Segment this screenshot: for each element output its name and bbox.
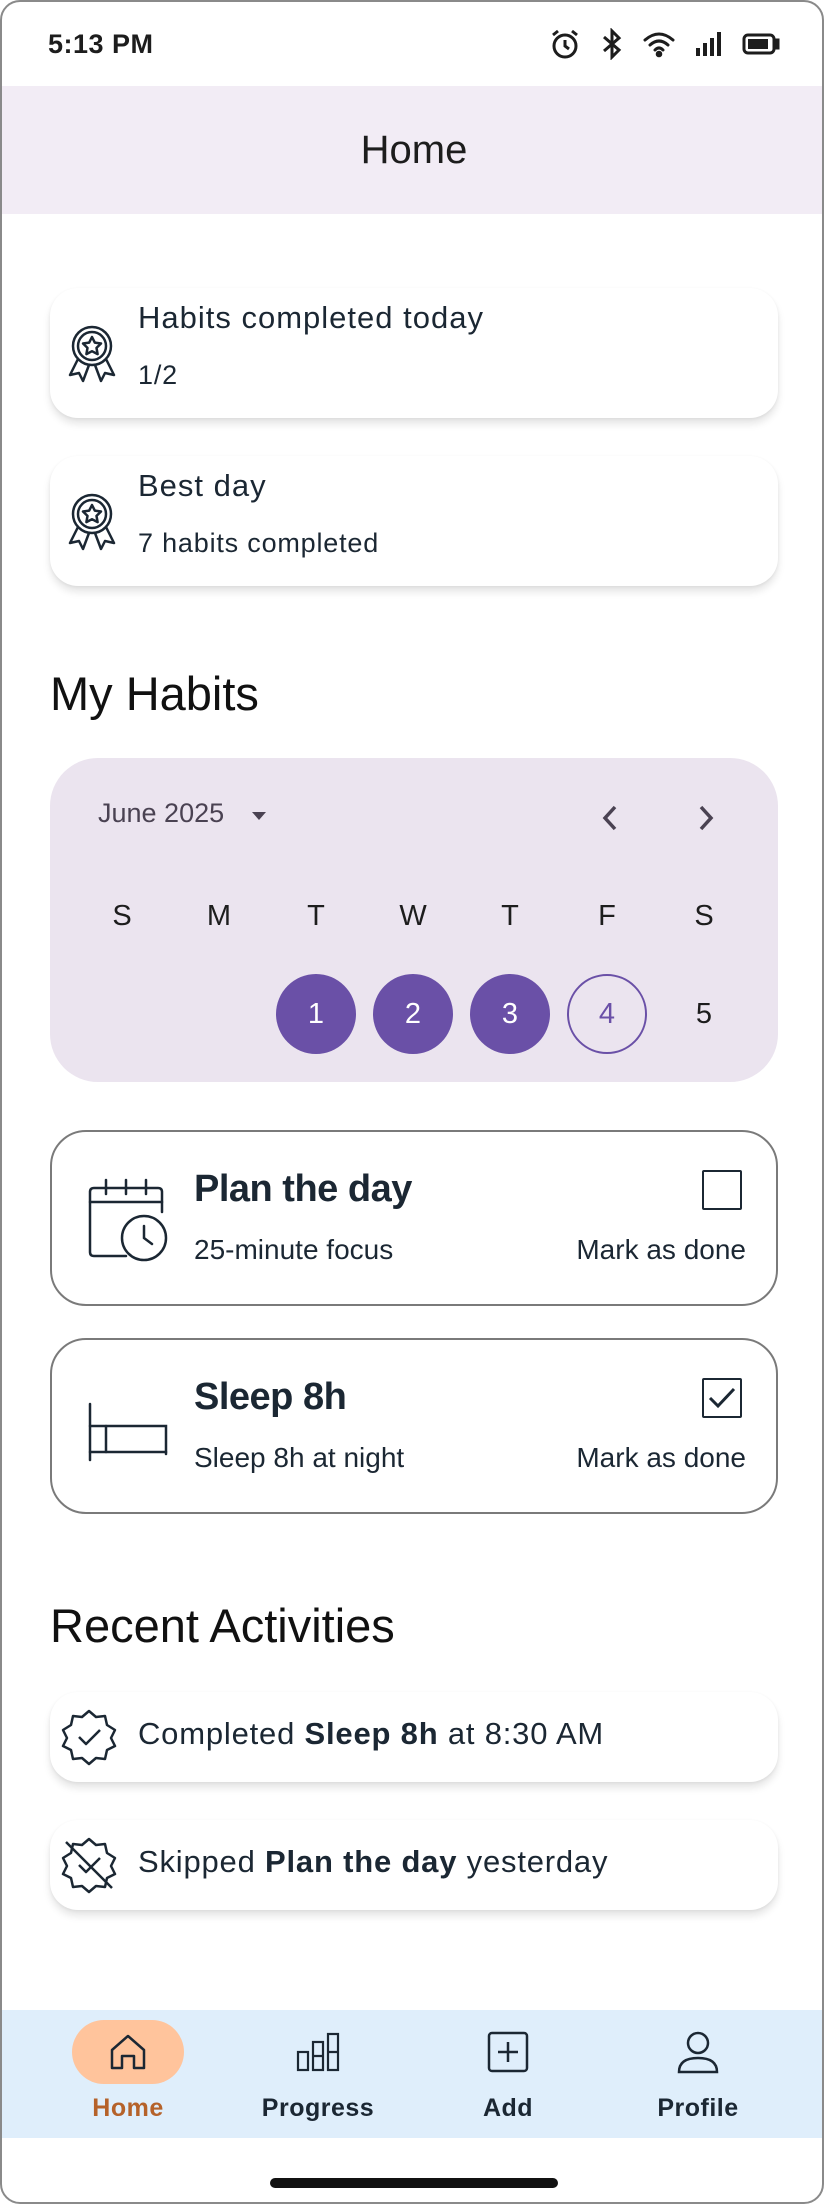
- habit-description: 25-minute focus: [194, 1234, 394, 1265]
- activity-text: Completed Sleep 8h at 8:30 AM: [138, 1716, 605, 1751]
- status-icons: [548, 27, 780, 61]
- nav-profile[interactable]: Profile: [603, 2010, 793, 2138]
- alarm-icon: [548, 27, 582, 61]
- status-bar: 5:13 PM: [2, 2, 822, 86]
- phone-frame: 5:13 PM Home Habits completed today 1/2 …: [0, 0, 824, 2204]
- activity-habit-name: Sleep 8h: [304, 1716, 439, 1751]
- award-ribbon-icon: [60, 320, 124, 384]
- badge-crossed-icon: [60, 1836, 118, 1894]
- bluetooth-icon: [600, 28, 624, 60]
- next-month-button[interactable]: [686, 798, 726, 838]
- wifi-icon: [642, 30, 676, 58]
- mark-as-done-label[interactable]: Mark as done: [576, 1442, 746, 1474]
- bottom-navigation: Home Progress Add Profile: [2, 2010, 822, 2138]
- home-indicator-bar[interactable]: [270, 2178, 558, 2188]
- calendar-day[interactable]: 1: [276, 974, 356, 1054]
- award-ribbon-icon: [60, 488, 124, 552]
- signal-icon: [694, 30, 724, 58]
- habit-card-sleep-8h[interactable]: Sleep 8h Sleep 8h at night Mark as done: [50, 1338, 778, 1514]
- nav-label: Home: [92, 2094, 164, 2122]
- page-title: Home: [360, 127, 468, 172]
- mark-done-checkbox[interactable]: [702, 1170, 742, 1210]
- battery-icon: [742, 32, 780, 56]
- calendar: June 2025 S M T W T F S 1 2 3 4 5: [50, 758, 778, 1082]
- habit-name: Sleep 8h: [194, 1376, 347, 1418]
- month-label: June 2025: [98, 798, 225, 828]
- activity-item: Completed Sleep 8h at 8:30 AM: [50, 1692, 778, 1782]
- chevron-right-icon: [699, 805, 714, 831]
- stat-title: Best day: [138, 468, 267, 503]
- stat-card-best-day: Best day 7 habits completed: [50, 456, 778, 586]
- calendar-clock-icon: [86, 1176, 170, 1264]
- chevron-left-icon: [602, 805, 617, 831]
- previous-month-button[interactable]: [590, 798, 630, 838]
- activity-item: Skipped Plan the day yesterday: [50, 1820, 778, 1910]
- mark-done-checkbox[interactable]: [702, 1378, 742, 1418]
- calendar-day[interactable]: 3: [470, 974, 550, 1054]
- recent-activities-heading: Recent Activities: [50, 1599, 395, 1652]
- weekday-label: S: [694, 900, 714, 932]
- nav-label: Add: [482, 2094, 534, 2122]
- calendar-day-today[interactable]: 4: [567, 974, 647, 1054]
- home-icon: [110, 2034, 146, 2070]
- month-selector[interactable]: June 2025: [98, 798, 268, 829]
- nav-icon-container: [642, 2020, 754, 2084]
- dropdown-arrow-icon: [250, 798, 268, 829]
- stat-title: Habits completed today: [138, 300, 484, 335]
- weekday-label: W: [399, 900, 427, 932]
- habit-description: Sleep 8h at night: [194, 1442, 405, 1473]
- weekday-label: T: [501, 900, 519, 932]
- bar-chart-icon: [296, 2032, 340, 2072]
- bed-icon: [86, 1384, 170, 1472]
- app-bar: Home: [2, 86, 822, 214]
- nav-active-indicator: [72, 2020, 184, 2084]
- activity-text: Skipped Plan the day yesterday: [138, 1844, 609, 1879]
- nav-icon-container: [262, 2020, 374, 2084]
- my-habits-heading: My Habits: [50, 667, 259, 720]
- stat-value: 1/2: [138, 360, 178, 390]
- status-time: 5:13 PM: [48, 28, 154, 59]
- habit-name: Plan the day: [194, 1168, 412, 1210]
- weekday-label: M: [206, 900, 232, 932]
- checkmark-icon: [708, 1387, 736, 1409]
- person-icon: [677, 2031, 719, 2074]
- weekday-label: F: [598, 900, 616, 932]
- weekday-label: T: [307, 900, 325, 932]
- calendar-day[interactable]: 2: [373, 974, 453, 1054]
- weekday-label: S: [112, 900, 132, 932]
- activity-habit-name: Plan the day: [265, 1844, 458, 1879]
- calendar-day[interactable]: 5: [664, 974, 744, 1054]
- nav-progress[interactable]: Progress: [223, 2010, 413, 2138]
- nav-label: Profile: [657, 2094, 739, 2122]
- mark-as-done-label[interactable]: Mark as done: [576, 1234, 746, 1266]
- nav-home[interactable]: Home: [33, 2010, 223, 2138]
- stat-value: 7 habits completed: [138, 528, 380, 558]
- add-square-icon: [487, 2031, 529, 2073]
- nav-add[interactable]: Add: [413, 2010, 603, 2138]
- nav-label: Progress: [261, 2094, 375, 2122]
- stat-card-habits-today: Habits completed today 1/2: [50, 288, 778, 418]
- badge-check-icon: [60, 1708, 118, 1766]
- habit-card-plan-the-day[interactable]: Plan the day 25-minute focus Mark as don…: [50, 1130, 778, 1306]
- nav-icon-container: [452, 2020, 564, 2084]
